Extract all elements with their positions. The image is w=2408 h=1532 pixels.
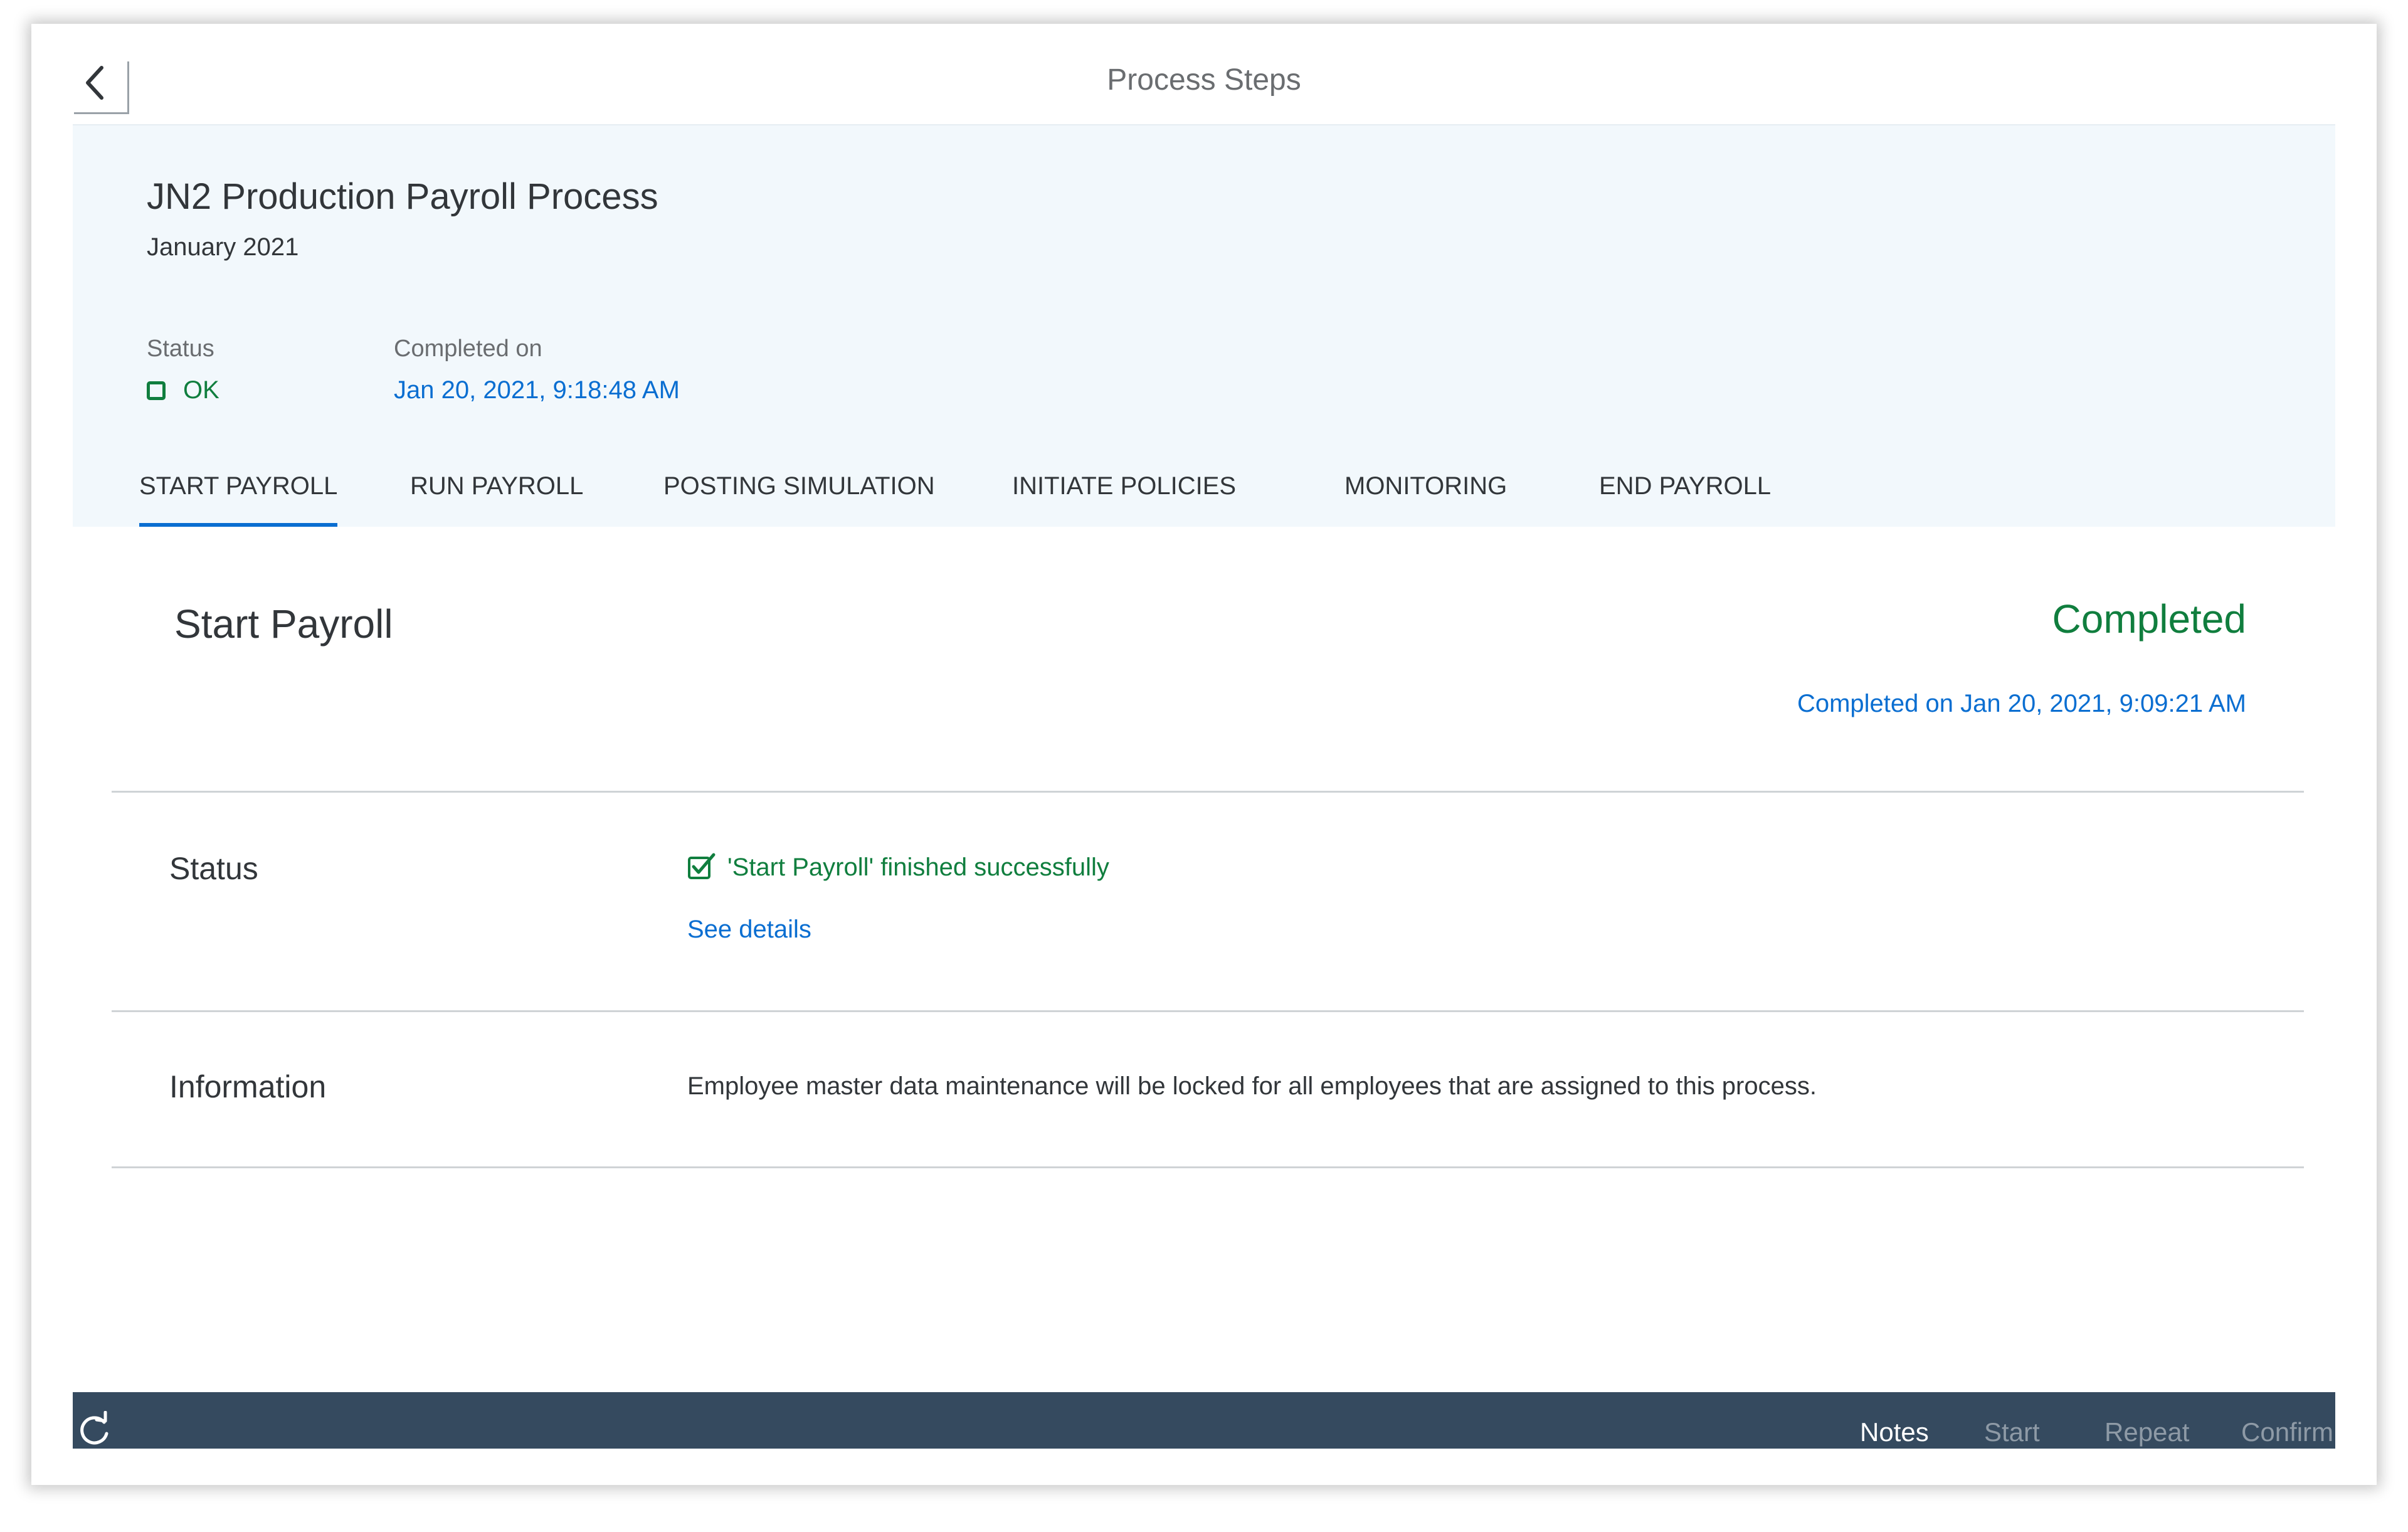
app-window: Process Steps JN2 Production Payroll Pro… — [31, 24, 2377, 1485]
checkbox-check-icon — [688, 853, 716, 879]
tab-posting-simulation[interactable]: POSTING SIMULATION — [663, 467, 935, 527]
completed-on-label: Completed on — [394, 335, 542, 362]
tab-run-payroll[interactable]: RUN PAYROLL — [410, 467, 583, 527]
step-title: Start Payroll — [174, 601, 393, 647]
status-text: OK — [183, 376, 219, 404]
tab-monitoring[interactable]: MONITORING — [1344, 467, 1507, 527]
repeat-button[interactable]: Repeat — [2104, 1417, 2189, 1447]
tab-start-payroll[interactable]: START PAYROLL — [139, 467, 338, 527]
information-row-label: Information — [169, 1069, 327, 1104]
object-header: JN2 Production Payroll Process January 2… — [73, 124, 2335, 527]
completed-on-value: Jan 20, 2021, 9:18:48 AM — [394, 376, 680, 404]
information-text: Employee master data maintenance will be… — [687, 1072, 1817, 1100]
object-title: JN2 Production Payroll Process — [147, 176, 658, 217]
shell-bar: Process Steps — [31, 24, 2377, 124]
divider — [112, 791, 2304, 793]
status-label: Status — [147, 335, 214, 362]
tab-initiate-policies[interactable]: INITIATE POLICIES — [1012, 467, 1236, 527]
tab-end-payroll[interactable]: END PAYROLL — [1599, 467, 1771, 527]
confirm-button[interactable]: Confirm — [2241, 1417, 2333, 1447]
status-row-label: Status — [169, 851, 258, 886]
status-value: OK — [147, 376, 219, 404]
status-message: 'Start Payroll' finished successfully — [687, 853, 1109, 882]
footer-toolbar: Notes Start Repeat Confirm — [73, 1392, 2335, 1449]
page-title: Process Steps — [1107, 63, 1301, 97]
ok-square-icon — [147, 381, 166, 400]
divider — [112, 1010, 2304, 1012]
status-message-text: 'Start Payroll' finished successfully — [727, 853, 1109, 881]
notes-button[interactable]: Notes — [1860, 1417, 1929, 1447]
step-completed-on: Completed on Jan 20, 2021, 9:09:21 AM — [1797, 690, 2246, 717]
refresh-icon[interactable] — [77, 1411, 114, 1449]
object-subtitle: January 2021 — [147, 233, 299, 261]
see-details-link[interactable]: See details — [687, 916, 811, 944]
step-state: Completed — [2052, 596, 2247, 642]
divider — [112, 1166, 2304, 1168]
start-button[interactable]: Start — [1984, 1417, 2040, 1447]
